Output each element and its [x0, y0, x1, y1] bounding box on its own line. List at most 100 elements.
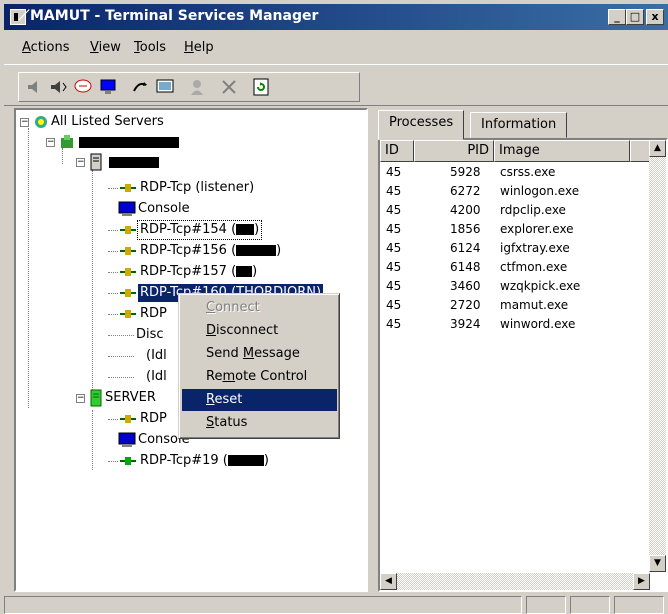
- redacted-domain-name: [79, 136, 179, 148]
- scroll-right-icon[interactable]: ▶: [633, 573, 650, 590]
- connect-icon[interactable]: [129, 75, 153, 99]
- message-icon[interactable]: [71, 75, 95, 99]
- logoff-icon[interactable]: [185, 75, 209, 99]
- monitor-icon: [118, 201, 136, 216]
- vertical-scrollbar[interactable]: ▲ ▼: [649, 140, 666, 572]
- close-button[interactable]: x: [646, 9, 664, 25]
- table-row[interactable]: 45 1856 explorer.exe: [380, 221, 650, 238]
- session-disc[interactable]: Disc: [108, 325, 166, 345]
- disconnect-icon[interactable]: [153, 75, 177, 99]
- remote-control-icon[interactable]: [97, 75, 121, 99]
- refresh-icon[interactable]: [249, 75, 273, 99]
- toolbar-group: [18, 72, 360, 102]
- session-label-text: RDP-Tcp#19 (: [140, 453, 228, 468]
- session-label: RDP-Tcp#19 (): [138, 452, 271, 470]
- title-main: MAMUT - Terminal Services Manager: [30, 8, 319, 24]
- cell-pid: 3460: [450, 279, 481, 293]
- session-19[interactable]: RDP-Tcp#19 (): [108, 451, 271, 471]
- domain-icon: [61, 135, 73, 148]
- server-icon: [90, 153, 102, 171]
- redacted-user: [227, 455, 264, 466]
- menu-view[interactable]: View: [90, 40, 121, 55]
- scroll-up-icon[interactable]: ▲: [649, 140, 666, 157]
- title-bar[interactable]: ̸MAMUT - Terminal Services Manager _ □ x: [4, 4, 668, 30]
- column-header-image[interactable]: Image: [494, 140, 630, 162]
- session-rdp[interactable]: RDP: [108, 304, 169, 324]
- session-listener[interactable]: RDP-Tcp (listener): [108, 178, 256, 198]
- collapse-icon[interactable]: −: [46, 137, 55, 147]
- accel: C: [206, 300, 216, 315]
- session-156[interactable]: RDP-Tcp#156 (): [108, 241, 283, 261]
- menu-item-reset[interactable]: Reset: [182, 389, 337, 411]
- session-157[interactable]: RDP-Tcp#157 (): [108, 262, 259, 282]
- table-row[interactable]: 45 6272 winlogon.exe: [380, 183, 650, 200]
- cell-pid: 2720: [450, 298, 481, 312]
- session-icon: [120, 289, 136, 297]
- maximize-button[interactable]: □: [626, 9, 644, 25]
- cell-pid: 3924: [450, 317, 481, 331]
- table-row[interactable]: 45 3460 wzqkpick.exe: [380, 278, 650, 295]
- session-label: (Idl: [146, 348, 167, 363]
- cell-image: mamut.exe: [500, 298, 569, 312]
- menu-item-connect[interactable]: Connect: [182, 297, 337, 319]
- session-idle-1[interactable]: (Idl: [108, 346, 169, 366]
- session-icon: [120, 184, 136, 192]
- session-154[interactable]: RDP-Tcp#154 (): [108, 220, 263, 240]
- app-icon[interactable]: [10, 9, 26, 25]
- cell-id: 45: [386, 260, 402, 274]
- collapse-icon[interactable]: −: [76, 157, 85, 167]
- context-menu: Connect Disconnect Send Message Remote C…: [178, 293, 340, 439]
- scroll-left-icon[interactable]: ◀: [380, 573, 397, 590]
- process-list[interactable]: ID PID Image 45 5928 csrss.exe 45 6272 winlo…: [378, 138, 668, 592]
- status-pane: [570, 596, 610, 614]
- session-console[interactable]: Console: [118, 199, 192, 219]
- table-row[interactable]: 45 6148 ctfmon.exe: [380, 259, 650, 276]
- tab-information[interactable]: Information: [470, 112, 568, 138]
- accel: M: [242, 346, 255, 361]
- menu-help[interactable]: Help: [184, 40, 214, 55]
- status-pane-main: [4, 596, 522, 614]
- menu-actions[interactable]: Actions: [22, 40, 70, 55]
- session-icon: [120, 247, 136, 255]
- session-idle-2[interactable]: (Idl: [108, 367, 169, 387]
- collapse-icon[interactable]: −: [20, 117, 29, 127]
- table-row[interactable]: 45 2720 mamut.exe: [380, 297, 650, 314]
- session-rdp-2[interactable]: RDP: [108, 409, 169, 429]
- label: eset: [214, 392, 243, 407]
- speaker-alert-icon[interactable]: [47, 75, 71, 99]
- menu-item-send-message[interactable]: Send Message: [182, 343, 337, 365]
- label: ote Control: [235, 369, 308, 384]
- horizontal-scrollbar[interactable]: ◀ ▶: [380, 573, 650, 590]
- menu-item-status[interactable]: Status: [182, 412, 337, 434]
- collapse-icon[interactable]: −: [76, 393, 85, 403]
- tree-root-label: All Listed Servers: [51, 114, 164, 129]
- tree-domain[interactable]: −: [46, 132, 179, 152]
- column-header-id[interactable]: ID: [380, 140, 414, 162]
- column-header-pid[interactable]: PID: [414, 140, 494, 162]
- menu-item-disconnect[interactable]: Disconnect: [182, 320, 337, 342]
- menu-item-remote-control[interactable]: Remote Control: [182, 366, 337, 388]
- tree-root[interactable]: − All Listed Servers: [20, 112, 166, 132]
- cell-image: igfxtray.exe: [500, 241, 570, 255]
- end-process-icon[interactable]: [217, 75, 241, 99]
- tree-line: [92, 410, 93, 470]
- session-label-suffix: ): [252, 264, 258, 279]
- table-row[interactable]: 45 5928 csrss.exe: [380, 164, 650, 181]
- table-row[interactable]: 45 6124 igfxtray.exe: [380, 240, 650, 257]
- server-label: SERVER: [105, 390, 156, 405]
- scroll-down-icon[interactable]: ▼: [649, 555, 666, 572]
- tree-server-2[interactable]: − SERVER: [76, 388, 158, 408]
- table-row[interactable]: 45 4200 rdpclip.exe: [380, 202, 650, 219]
- maximize-icon: □: [629, 10, 641, 23]
- tab-processes[interactable]: Processes: [378, 110, 465, 140]
- tree-server-1[interactable]: −: [76, 152, 159, 172]
- menu-bar: Actions View Tools Help: [4, 32, 668, 60]
- label: tatus: [214, 415, 248, 430]
- session-icon: [120, 415, 136, 423]
- minimize-button[interactable]: _: [608, 9, 626, 25]
- menu-tools[interactable]: Tools: [134, 40, 166, 55]
- table-row[interactable]: 45 3924 winword.exe: [380, 316, 650, 333]
- speaker-icon[interactable]: [23, 75, 47, 99]
- session-label-suffix: ): [254, 222, 260, 237]
- cell-id: 45: [386, 279, 402, 293]
